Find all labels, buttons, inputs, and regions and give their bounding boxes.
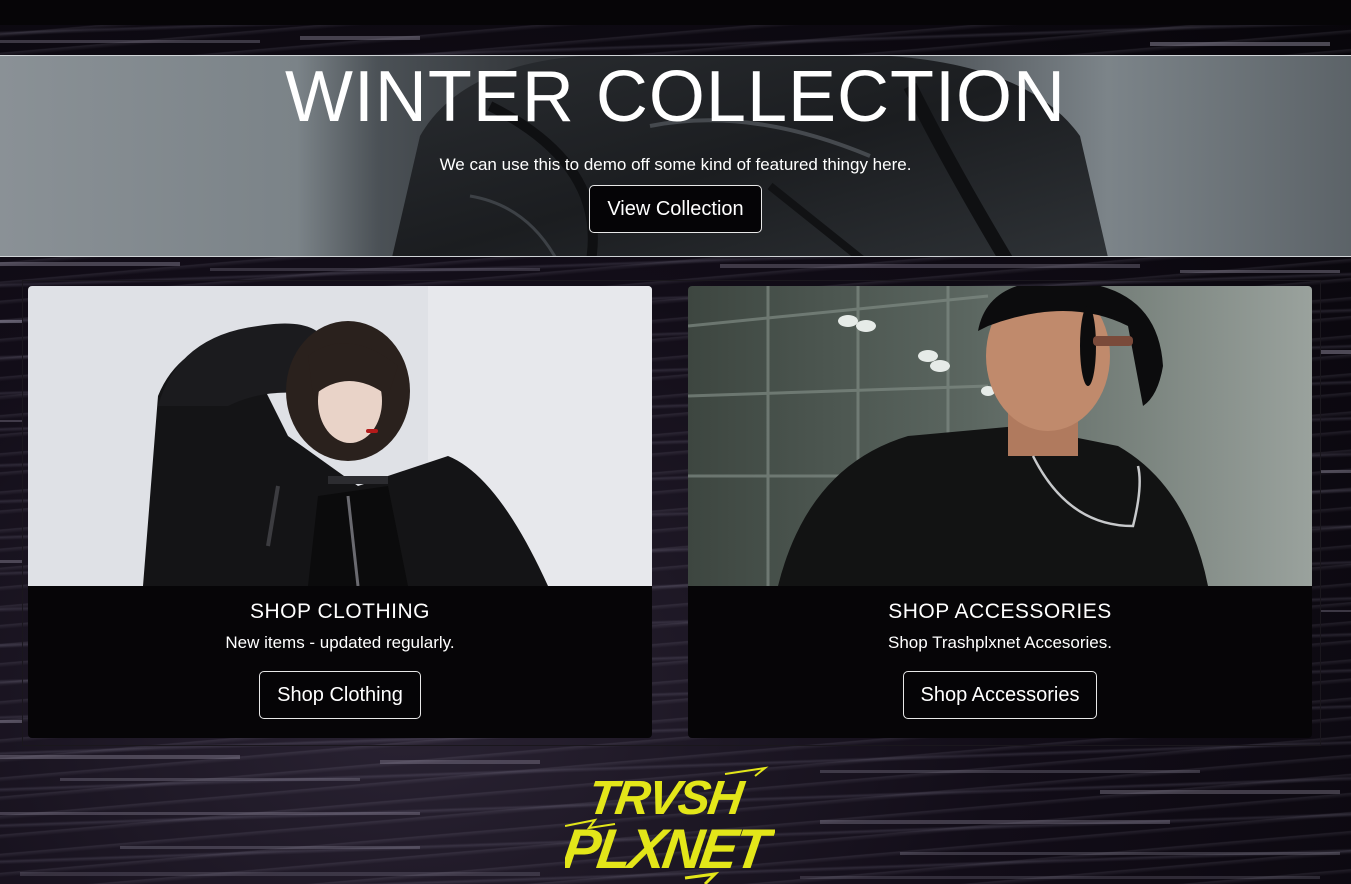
view-collection-button[interactable]: View Collection <box>589 185 762 233</box>
page: WINTER COLLECTION We can use this to dem… <box>0 0 1351 884</box>
hero-title: WINTER COLLECTION <box>284 57 1067 137</box>
shop-accessories-button[interactable]: Shop Accessories <box>902 671 1098 719</box>
accessories-model-image[interactable] <box>688 286 1312 586</box>
hero-subtitle: We can use this to demo off some kind of… <box>439 155 912 174</box>
category-cards: SHOP CLOTHING New items - updated regula… <box>22 280 1321 746</box>
hero-banner: WINTER COLLECTION We can use this to dem… <box>0 55 1351 257</box>
card-title-accessories: SHOP ACCESSORIES <box>888 600 1112 623</box>
shop-clothing-button[interactable]: Shop Clothing <box>259 671 421 719</box>
card-description-clothing: New items - updated regularly. <box>225 633 455 652</box>
card-shop-clothing: SHOP CLOTHING New items - updated regula… <box>28 286 652 738</box>
trash-plxnet-logo[interactable]: TRVSH PLXNET <box>565 766 775 884</box>
card-description-accessories: Shop Trashplxnet Accesories. <box>888 633 1112 652</box>
card-shop-accessories: SHOP ACCESSORIES Shop Trashplxnet Acceso… <box>688 286 1312 738</box>
clothing-model-image[interactable] <box>28 286 652 586</box>
top-bar <box>0 0 1351 25</box>
card-title-clothing: SHOP CLOTHING <box>250 600 430 623</box>
